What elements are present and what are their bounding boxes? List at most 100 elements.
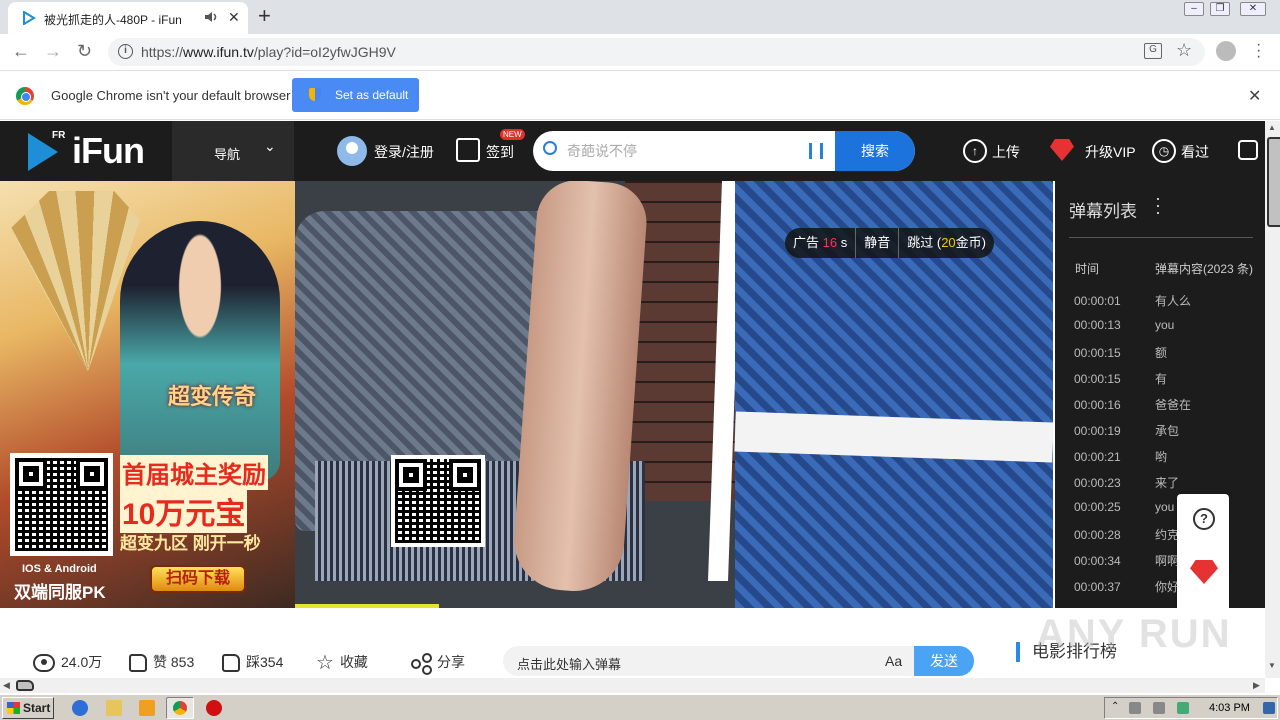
danmaku-time: 00:00:34	[1074, 554, 1121, 568]
horizontal-scrollbar[interactable]: ◀ ▶	[0, 678, 1265, 693]
divider	[1069, 237, 1253, 238]
url-text[interactable]: https://www.ifun.tv/play?id=oI2yfwJGH9V	[141, 44, 396, 60]
diamond-icon	[1050, 139, 1074, 161]
chrome-menu-icon[interactable]: · · ·	[1256, 37, 1261, 65]
like-button[interactable]: 赞 853	[129, 652, 194, 673]
scroll-right-icon[interactable]: ▶	[1253, 680, 1260, 691]
horizontal-scroll-thumb[interactable]	[16, 680, 34, 691]
share-button[interactable]: 分享	[411, 652, 465, 672]
thumbs-up-icon	[129, 654, 147, 673]
scroll-up-icon[interactable]: ▲	[1268, 123, 1276, 132]
flag-icon[interactable]	[1177, 702, 1189, 714]
help-icon[interactable]: ?	[1193, 508, 1215, 530]
volume-icon[interactable]	[1153, 702, 1165, 714]
login-register-link[interactable]: 登录/注册	[337, 121, 437, 181]
browser-tab[interactable]: 被光抓走的人-480P - iFun ✕	[8, 2, 248, 34]
back-arrow-icon[interactable]: ←	[12, 41, 30, 62]
ad-game-title: 超变传奇	[168, 384, 257, 409]
notification-icon[interactable]	[1263, 702, 1275, 714]
scroll-left-icon[interactable]: ◀	[3, 680, 10, 691]
danmaku-row[interactable]: 00:00:21 哟	[1074, 448, 1167, 465]
upgrade-vip-link[interactable]: 升级VIP	[1050, 121, 1136, 181]
translate-icon[interactable]: G	[1144, 43, 1162, 59]
danmaku-row[interactable]: 00:00:28 约克	[1074, 526, 1179, 543]
danmaku-time: 00:00:37	[1074, 580, 1121, 594]
more-options-icon[interactable]: · · ·	[1155, 189, 1161, 221]
restore-window-button[interactable]: ❐	[1210, 2, 1230, 16]
danmaku-row[interactable]: 00:00:37 你好	[1074, 578, 1179, 595]
network-icon[interactable]	[1129, 702, 1141, 714]
set-as-default-label: Set as default	[335, 88, 409, 102]
font-style-toggle[interactable]: Aa	[885, 653, 902, 669]
search-button[interactable]: 搜索	[835, 131, 915, 171]
danmaku-time: 00:00:13	[1074, 318, 1121, 332]
ad-platform: IOS & Android	[22, 563, 97, 575]
close-window-button[interactable]: ✕	[1240, 2, 1266, 16]
danmaku-row[interactable]: 00:00:34 啊啊	[1074, 552, 1179, 569]
ad-download-button[interactable]: 扫码下载	[150, 565, 246, 593]
minimize-window-button[interactable]: –	[1184, 2, 1204, 16]
danmaku-row[interactable]: 00:00:15 额	[1074, 344, 1167, 361]
danmaku-row[interactable]: 00:00:19 承包	[1074, 422, 1179, 439]
ie-icon[interactable]	[72, 700, 88, 716]
new-tab-button[interactable]: +	[258, 3, 271, 29]
search-input[interactable]	[567, 139, 797, 163]
danmaku-row[interactable]: 00:00:13 you	[1074, 318, 1174, 332]
danmaku-row[interactable]: 00:00:25 you	[1074, 500, 1174, 514]
vertical-scrollbar[interactable]: ▲ ▼	[1265, 121, 1280, 678]
watch-history-link[interactable]: ◷ 看过	[1152, 121, 1212, 181]
start-button[interactable]: Start	[2, 697, 54, 719]
site-info-icon[interactable]: i	[118, 44, 133, 59]
danmaku-row[interactable]: 00:00:15 有	[1074, 370, 1167, 387]
audio-bars-icon[interactable]	[809, 143, 823, 159]
chevron-down-icon: ⌄	[264, 138, 276, 154]
bookmark-star-icon[interactable]: ☆	[1176, 40, 1192, 61]
antivirus-icon[interactable]	[206, 700, 222, 716]
speaker-icon[interactable]	[204, 10, 218, 24]
tab-close-icon[interactable]: ✕	[228, 9, 240, 26]
chrome-taskbar-button[interactable]	[166, 697, 194, 719]
logo-superscript: FR	[52, 130, 66, 141]
danmaku-input-placeholder: 点击此处输入弹幕	[517, 657, 622, 672]
address-bar[interactable]: i https://www.ifun.tv/play?id=oI2yfwJGH9…	[108, 38, 1205, 66]
danmaku-input[interactable]: 点击此处输入弹幕 Aa 发送	[503, 646, 974, 676]
ifun-logo[interactable]: FR iFun	[0, 121, 172, 181]
danmaku-time: 00:00:25	[1074, 500, 1121, 514]
forward-arrow-icon[interactable]: →	[44, 41, 62, 62]
sign-in-checkin-link[interactable]: NEW 签到	[456, 121, 526, 181]
start-label: Start	[23, 701, 51, 715]
video-player[interactable]: 广告 16 s 静音 跳过 (20金币)	[295, 181, 1053, 608]
reload-icon[interactable]: ↻	[77, 41, 92, 62]
danmaku-panel-title: 弹幕列表	[1069, 202, 1137, 221]
danmaku-row[interactable]: 00:00:01 有人么	[1074, 292, 1191, 309]
danmaku-time: 00:00:15	[1074, 372, 1121, 386]
profile-avatar-icon[interactable]	[1216, 41, 1236, 61]
clock-icon: ◷	[1152, 139, 1176, 163]
dislike-button[interactable]: 踩354	[222, 652, 283, 673]
game-advertisement[interactable]: 超变传奇 首届城主奖励 10万元宝 超变九区 刚开一秒 IOS & Androi…	[0, 181, 295, 608]
media-player-icon[interactable]	[139, 700, 155, 716]
mute-button[interactable]: 静音	[856, 228, 900, 258]
folder-icon[interactable]	[106, 700, 122, 716]
thumbs-down-icon	[222, 654, 240, 673]
favorite-button[interactable]: ☆ 收藏	[316, 652, 368, 673]
skip-ad-button[interactable]: 跳过 (20金币)	[899, 228, 994, 258]
upload-arrow-icon: ↑	[963, 139, 987, 163]
user-avatar-icon	[337, 136, 367, 166]
danmaku-time: 00:00:01	[1074, 294, 1121, 308]
scroll-down-icon[interactable]: ▼	[1268, 661, 1276, 670]
tray-expand-icon[interactable]: ⌃	[1111, 701, 1119, 712]
upload-link[interactable]: ↑ 上传	[963, 121, 1023, 181]
vip-diamond-icon[interactable]	[1190, 560, 1218, 584]
danmaku-row[interactable]: 00:00:16 爸爸在	[1074, 396, 1191, 413]
uac-shield-icon	[309, 88, 321, 101]
danmaku-row[interactable]: 00:00:23 来了	[1074, 474, 1179, 491]
infobar-close-icon[interactable]: ✕	[1248, 86, 1261, 106]
send-danmaku-button[interactable]: 发送	[914, 646, 974, 676]
set-as-default-button[interactable]: Set as default	[292, 78, 419, 112]
messages-icon[interactable]	[1238, 121, 1262, 181]
nav-dropdown[interactable]: 导航 ⌄	[172, 121, 294, 181]
ad-pk-text: 双端同服PK	[14, 583, 106, 602]
column-header-time: 时间	[1075, 262, 1100, 276]
vertical-scroll-thumb[interactable]	[1267, 137, 1280, 227]
